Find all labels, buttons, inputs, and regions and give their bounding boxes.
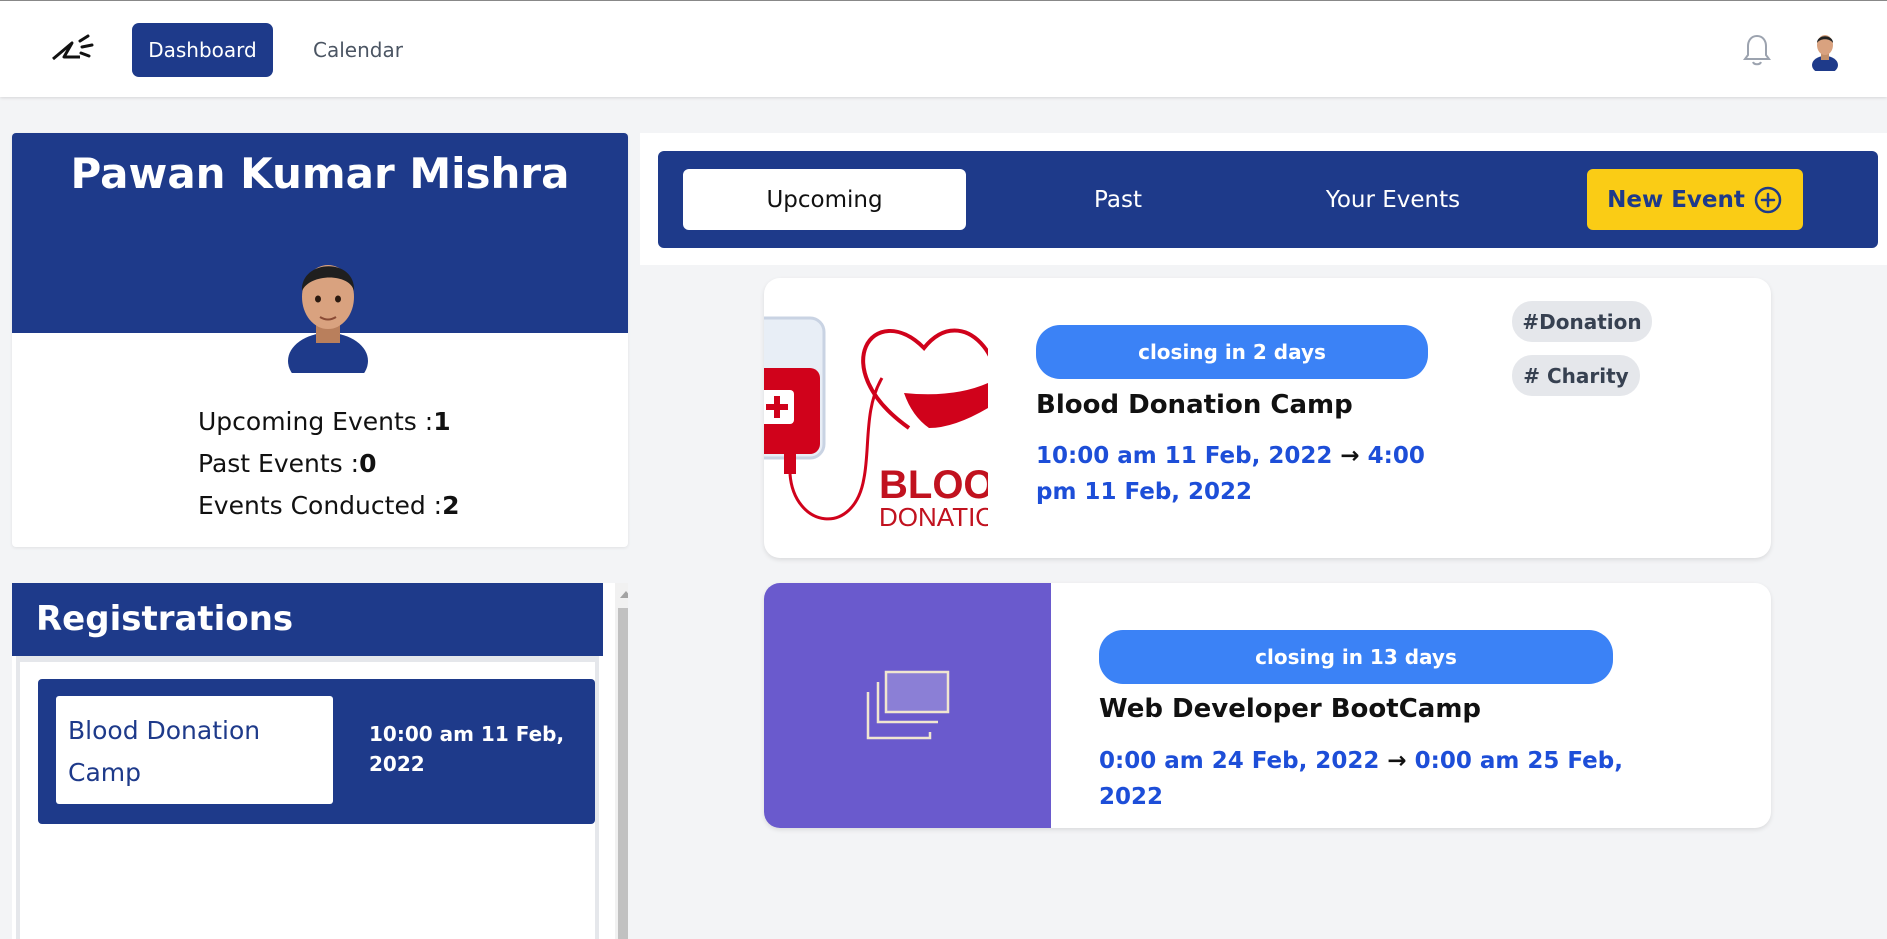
event-date-range: 10:00 am 11 Feb, 2022 → 4:00 pm 11 Feb, … <box>1036 443 1425 505</box>
registration-item-title[interactable]: Blood Donation Camp <box>56 696 333 804</box>
stat-upcoming: Upcoming Events :1 <box>198 407 451 436</box>
profile-stats: Upcoming Events :1 Past Events :0 Events… <box>198 401 459 527</box>
tab-past[interactable]: Past <box>998 169 1238 230</box>
avatar <box>288 265 368 373</box>
bell-icon[interactable] <box>1742 33 1772 67</box>
event-title[interactable]: Web Developer BootCamp <box>1099 694 1481 724</box>
stat-conducted: Events Conducted :2 <box>198 491 460 520</box>
event-tabs-container: Upcoming Past Your Events New Event <box>640 133 1887 265</box>
avatar[interactable] <box>1810 31 1840 71</box>
registration-item[interactable]: Blood Donation Camp 10:00 am 11 Feb, 202… <box>38 679 595 824</box>
nav-calendar-link[interactable]: Calendar <box>300 23 416 77</box>
registrations-panel: Registrations Blood Donation Camp 10:00 … <box>12 583 628 939</box>
event-date-range: 0:00 am 24 Feb, 2022 → 0:00 am 25 Feb, 2… <box>1099 748 1623 810</box>
megaphone-logo-icon[interactable] <box>50 33 94 65</box>
profile-name: Pawan Kumar Mishra <box>70 149 570 198</box>
registrations-scrollbar[interactable] <box>615 583 628 939</box>
tab-upcoming[interactable]: Upcoming <box>683 169 966 230</box>
image-text-blood: BLOOD <box>879 463 988 507</box>
registrations-list: Blood Donation Camp 10:00 am 11 Feb, 202… <box>16 656 599 939</box>
blood-donation-image: BLOOD DONATION <box>764 316 988 528</box>
top-navbar: Dashboard Calendar <box>0 0 1887 97</box>
nav-dashboard-button[interactable]: Dashboard <box>132 23 273 77</box>
images-stack-icon <box>866 670 950 740</box>
tab-your-events[interactable]: Your Events <box>1268 169 1518 230</box>
event-card[interactable]: closing in 13 days Web Developer BootCam… <box>764 583 1771 828</box>
event-card[interactable]: BLOOD DONATION closing in 2 days Blood D… <box>764 278 1771 558</box>
scroll-up-arrow-icon[interactable] <box>620 591 628 598</box>
event-placeholder-image <box>764 583 1051 828</box>
new-event-label: New Event <box>1607 186 1745 213</box>
event-tabs: Upcoming Past Your Events New Event <box>658 151 1878 248</box>
event-title[interactable]: Blood Donation Camp <box>1036 390 1353 420</box>
plus-circle-icon <box>1754 186 1782 213</box>
image-text-donation: DONATION <box>879 502 988 528</box>
closing-badge: closing in 2 days <box>1036 325 1428 379</box>
profile-card: Pawan Kumar Mishra Upcoming Events :1 Pa… <box>12 133 628 547</box>
tag-charity[interactable]: # Charity <box>1512 355 1640 396</box>
new-event-button[interactable]: New Event <box>1587 169 1803 230</box>
tag-donation[interactable]: #Donation <box>1512 301 1652 342</box>
closing-badge: closing in 13 days <box>1099 630 1613 684</box>
scroll-thumb[interactable] <box>618 608 628 939</box>
registrations-title: Registrations <box>12 583 603 656</box>
registration-item-date: 10:00 am 11 Feb, 2022 <box>369 722 565 776</box>
stat-past: Past Events :0 <box>198 449 377 478</box>
